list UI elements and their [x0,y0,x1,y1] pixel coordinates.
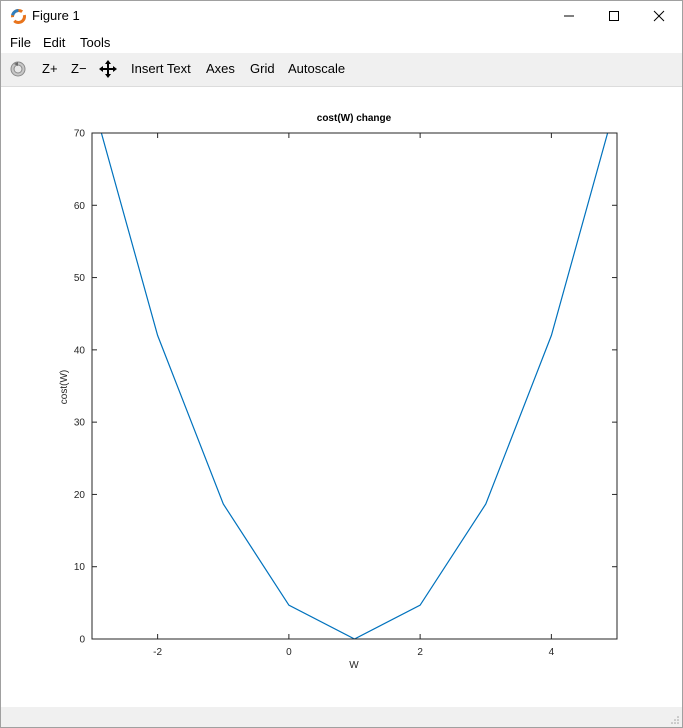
axes-box [91,132,618,640]
rotate-icon[interactable] [9,60,27,78]
menu-file[interactable]: File [10,35,31,50]
chart-title: cost(W) change [317,113,392,124]
window-title: Figure 1 [32,8,80,23]
menu-edit[interactable]: Edit [43,35,65,50]
insert-text-button[interactable]: Insert Text [131,61,191,76]
figure-canvas: cost(W) change W cost(W) -2 0 2 4 0 10 20 30 40 5… [1,87,682,707]
zoom-out-button[interactable]: Z− [71,61,87,76]
grid-button[interactable]: Grid [250,61,275,76]
figure-window: Figure 1 File Edit Tools Z+ Z− Insert Te… [0,0,683,728]
close-button[interactable] [636,1,682,31]
y-tick-label: 70 [74,129,86,140]
minimize-icon [564,15,574,17]
menu-tools[interactable]: Tools [80,35,110,50]
y-tick-label: 0 [79,635,85,646]
series-line-0 [100,133,609,639]
minimize-button[interactable] [546,1,592,31]
x-tick-label: -2 [153,647,162,658]
menu-bar: File Edit Tools [1,31,682,53]
status-bar [1,707,682,727]
title-bar[interactable]: Figure 1 [1,1,682,31]
axes-button[interactable]: Axes [206,61,235,76]
octave-app-icon [11,9,26,24]
x-tick-label: 2 [417,647,423,658]
zoom-in-button[interactable]: Z+ [42,61,58,76]
resize-grip-icon[interactable] [670,715,680,725]
x-axis-label: W [349,660,359,671]
close-icon [653,10,665,22]
y-tick-label: 50 [74,273,86,284]
x-tick-label: 4 [549,647,555,658]
plot-area[interactable]: cost(W) change W cost(W) -2 0 2 40102030405… [1,87,682,707]
y-axis-label: cost(W) [59,370,70,404]
y-tick-label: 30 [74,418,86,429]
pan-icon[interactable] [99,60,117,78]
maximize-button[interactable] [591,1,637,31]
y-tick-label: 60 [74,201,86,212]
toolbar: Z+ Z− Insert Text Axes Grid Autoscale [1,53,682,87]
y-tick-label: 10 [74,562,86,573]
maximize-icon [609,11,619,21]
x-tick-label: 0 [286,647,292,658]
autoscale-button[interactable]: Autoscale [288,61,345,76]
y-tick-label: 20 [74,490,86,501]
y-tick-label: 40 [74,345,86,356]
